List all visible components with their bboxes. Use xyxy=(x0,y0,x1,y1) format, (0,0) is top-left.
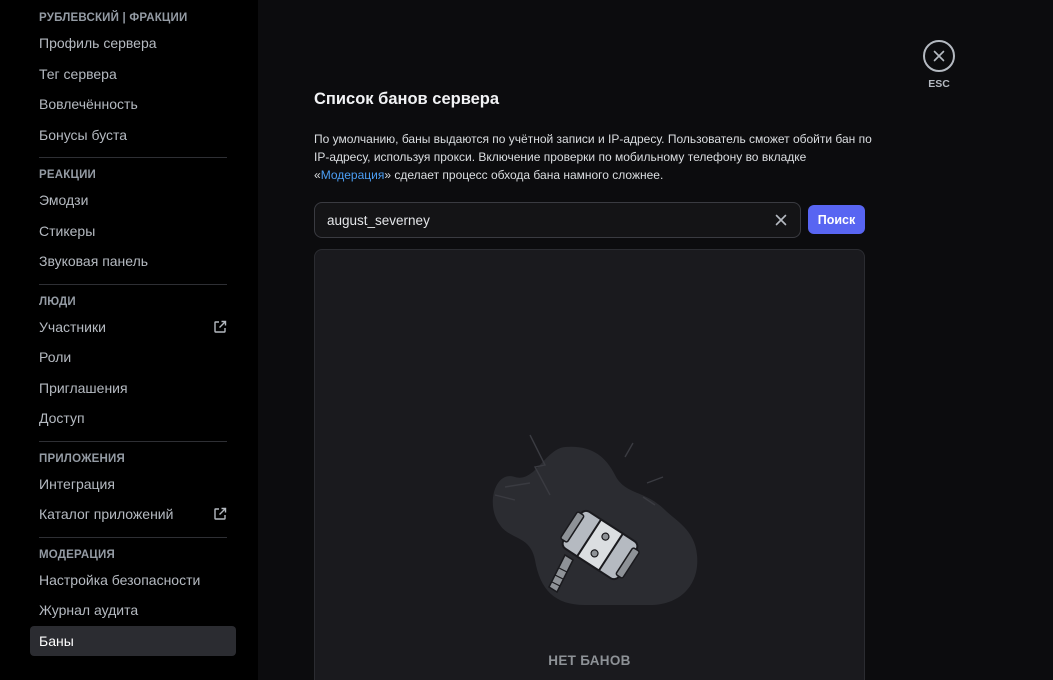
sidebar-item-label: Вовлечённость xyxy=(39,96,138,112)
sidebar-item-label: Звуковая панель xyxy=(39,253,149,269)
bans-list: НЕТ БАНОВ xyxy=(314,249,865,680)
ban-hammer-icon xyxy=(492,434,698,605)
sidebar-item-invites[interactable]: Приглашения xyxy=(30,373,236,404)
sidebar-item-soundboard[interactable]: Звуковая панель xyxy=(30,246,236,277)
search-box xyxy=(314,202,801,238)
section-header-moderation: МОДЕРАЦИЯ xyxy=(39,548,115,561)
sidebar-item-label: Участники xyxy=(39,318,106,335)
sidebar-item-engagement[interactable]: Вовлечённость xyxy=(30,89,236,120)
external-link-icon xyxy=(214,320,227,333)
section-header-server: РУБЛЕВСКИЙ | ФРАКЦИИ xyxy=(39,12,188,24)
section-header-apps: ПРИЛОЖЕНИЯ xyxy=(39,452,125,465)
sidebar-item-label: Приглашения xyxy=(39,379,128,396)
sidebar-item-emoji[interactable]: Эмодзи xyxy=(30,185,236,216)
sidebar-item-bans[interactable]: Баны xyxy=(30,625,236,656)
sidebar-divider xyxy=(39,157,227,158)
sidebar-item-label: Каталог приложений xyxy=(39,506,174,522)
search-input[interactable] xyxy=(327,212,774,228)
search-button[interactable]: Поиск xyxy=(808,205,865,234)
sidebar-item-label: Эмодзи xyxy=(39,192,89,208)
sidebar-item-label: Баны xyxy=(39,632,74,649)
close-button[interactable] xyxy=(923,40,955,72)
section-header-expressions: РЕАКЦИИ xyxy=(39,169,96,181)
external-link-icon xyxy=(214,508,227,520)
sidebar-item-label: Настройка безопасности xyxy=(39,571,201,588)
sidebar-item-integrations[interactable]: Интеграция xyxy=(30,469,236,500)
sidebar-item-label: Стикеры xyxy=(39,222,96,239)
sidebar-item-server-tag[interactable]: Тег сервера xyxy=(30,59,236,90)
sidebar-item-app-directory[interactable]: Каталог приложений xyxy=(30,499,236,530)
sidebar-item-label: Бонусы буста xyxy=(39,126,128,143)
sidebar-item-safety-setup[interactable]: Настройка безопасности xyxy=(30,565,236,596)
sidebar-item-roles[interactable]: Роли xyxy=(30,342,236,373)
empty-state-text: НЕТ БАНОВ xyxy=(548,653,631,668)
sidebar-item-label: Журнал аудита xyxy=(39,602,139,618)
settings-sidebar: РУБЛЕВСКИЙ | ФРАКЦИИ Профиль сервера Тег… xyxy=(0,0,258,680)
sidebar-item-label: Тег сервера xyxy=(39,65,117,82)
main-content: Список банов сервера По умолчанию, баны … xyxy=(258,0,1053,680)
sidebar-item-members[interactable]: Участники xyxy=(30,312,236,343)
sidebar-item-access[interactable]: Доступ xyxy=(30,403,236,434)
sidebar-item-label: Интеграция xyxy=(39,475,115,492)
sidebar-item-server-profile[interactable]: Профиль сервера xyxy=(30,28,236,59)
section-header-people: ЛЮДИ xyxy=(39,295,76,308)
sidebar-item-label: Профиль сервера xyxy=(39,35,157,51)
sidebar-item-label: Доступ xyxy=(39,410,85,426)
page-description: По умолчанию, баны выдаются по учётной з… xyxy=(314,130,874,184)
close-icon xyxy=(933,50,945,62)
esc-label: ESC xyxy=(928,78,950,90)
sidebar-divider xyxy=(39,440,227,442)
clear-icon[interactable] xyxy=(774,213,788,227)
sidebar-item-boost-perks[interactable]: Бонусы буста xyxy=(30,120,236,151)
sidebar-divider xyxy=(39,536,227,538)
close-control: ESC xyxy=(923,40,955,90)
sidebar-item-label: Роли xyxy=(39,349,72,365)
sidebar-item-audit-log[interactable]: Журнал аудита xyxy=(30,595,236,626)
sidebar-item-stickers[interactable]: Стикеры xyxy=(30,216,236,247)
sidebar-divider xyxy=(39,283,227,285)
description-text: » сделает процесс обхода бана намного сл… xyxy=(384,168,664,182)
moderation-link[interactable]: Модерация xyxy=(321,168,385,182)
page-title: Список банов сервера xyxy=(314,90,500,108)
